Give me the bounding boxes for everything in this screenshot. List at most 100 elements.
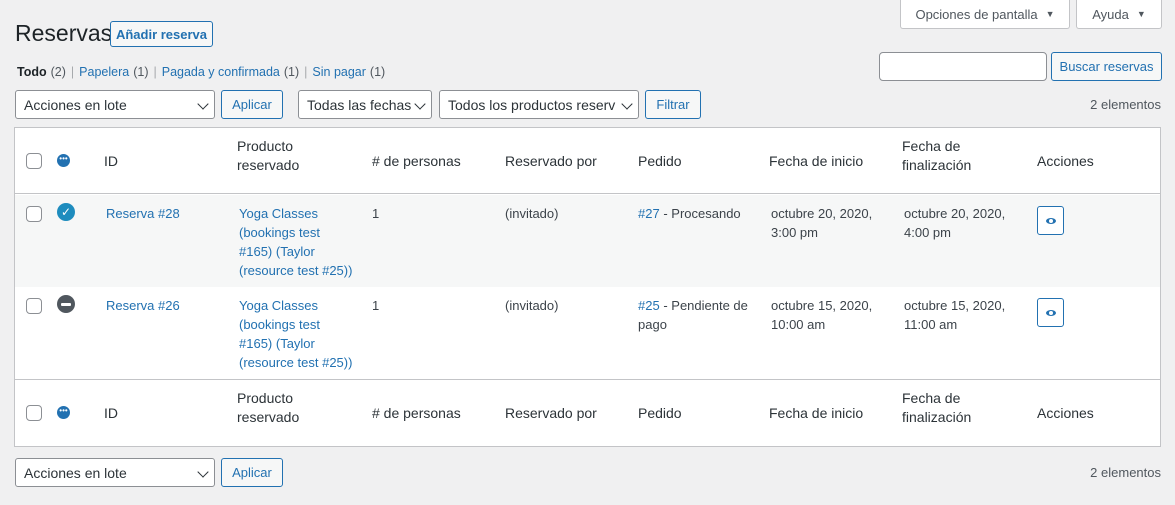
- column-start-date[interactable]: Fecha de inicio: [769, 152, 863, 171]
- separator: |: [304, 65, 308, 79]
- product-line: (resource test #25)): [239, 355, 353, 370]
- bookings-table: ••• ID Producto reservado # de personas …: [14, 127, 1161, 447]
- booking-id-link[interactable]: Reserva #28: [106, 204, 180, 223]
- column-id[interactable]: ID: [104, 152, 118, 171]
- column-product-line: reservado: [237, 157, 300, 173]
- end-date-line: 4:00 pm: [904, 225, 951, 240]
- separator: |: [70, 65, 75, 79]
- row-checkbox[interactable]: [26, 206, 42, 222]
- search-input[interactable]: [879, 52, 1047, 81]
- status-column-icon: •••: [57, 154, 70, 167]
- column-id[interactable]: ID: [104, 404, 118, 423]
- start-date-line: 3:00 pm: [771, 225, 818, 240]
- status-views: Todo (2) | Papelera (1) | Pagada y confi…: [17, 65, 385, 79]
- product-line: (resource test #25)): [239, 263, 353, 278]
- order-status: pago: [638, 317, 667, 332]
- products-filter-value: Todos los productos reserv: [448, 96, 616, 113]
- start-date-line: 10:00 am: [771, 317, 826, 332]
- caret-down-icon: ▼: [1136, 9, 1146, 19]
- chevron-down-icon: [414, 98, 426, 110]
- column-booked-by: Reservado por: [505, 153, 597, 169]
- start-date-value: octubre 15, 2020, 10:00 am: [771, 296, 872, 334]
- bulk-actions-value: Acciones en lote: [24, 96, 127, 113]
- product-line: Yoga Classes: [239, 206, 319, 221]
- confirmed-status-icon: ✓: [57, 203, 75, 221]
- dates-filter-select[interactable]: Todas las fechas: [298, 90, 432, 119]
- column-start-date[interactable]: Fecha de inicio: [769, 404, 863, 423]
- view-unpaid-count: (1): [369, 65, 386, 79]
- order-cell: #27 - Procesando: [638, 204, 741, 223]
- column-end-date-line: finalización: [902, 409, 972, 425]
- items-count-bottom: 2 elementos: [1090, 465, 1161, 480]
- bulk-actions-value: Acciones en lote: [24, 464, 127, 481]
- booking-id-link[interactable]: Reserva #26: [106, 296, 180, 315]
- bulk-actions-select[interactable]: Acciones en lote: [15, 90, 215, 119]
- chevron-down-icon: [197, 466, 209, 478]
- product-line: Yoga Classes: [239, 298, 319, 313]
- column-order: Pedido: [638, 153, 682, 169]
- view-trash[interactable]: Papelera: [79, 65, 129, 79]
- start-date-value: octubre 20, 2020, 3:00 pm: [771, 204, 872, 242]
- caret-down-icon: ▼: [1045, 9, 1055, 19]
- table-header: ••• ID Producto reservado # de personas …: [15, 128, 1160, 194]
- order-link[interactable]: #25: [638, 298, 660, 313]
- view-unpaid[interactable]: Sin pagar: [312, 65, 366, 79]
- products-filter-select[interactable]: Todos los productos reserv: [439, 90, 639, 119]
- apply-button-bottom[interactable]: Aplicar: [221, 458, 283, 487]
- bulk-actions-select-bottom[interactable]: Acciones en lote: [15, 458, 215, 487]
- row-checkbox[interactable]: [26, 298, 42, 314]
- order-status: - Pendiente de: [663, 298, 748, 313]
- chevron-down-icon: [621, 98, 633, 110]
- view-all-count: (2): [50, 65, 66, 79]
- filter-button[interactable]: Filtrar: [645, 90, 701, 119]
- end-date-line: octubre 20, 2020,: [904, 206, 1006, 221]
- screen-options-label: Opciones de pantalla: [915, 6, 1038, 22]
- column-end-date[interactable]: Fecha de finalización: [902, 389, 971, 427]
- product-link[interactable]: Yoga Classes (bookings test #165) (Taylo…: [239, 296, 352, 372]
- column-product[interactable]: Producto reservado: [237, 137, 299, 175]
- dates-filter-value: Todas las fechas: [307, 96, 412, 113]
- column-end-date-line: Fecha de: [902, 138, 961, 154]
- column-product[interactable]: Producto reservado: [237, 389, 299, 427]
- select-all-checkbox[interactable]: [26, 405, 42, 421]
- column-booked-by: Reservado por: [505, 405, 597, 421]
- order-status: - Procesando: [663, 206, 741, 221]
- column-product-line: reservado: [237, 409, 300, 425]
- table-row: Reserva #26 Yoga Classes (bookings test …: [15, 287, 1160, 379]
- help-tab[interactable]: Ayuda ▼: [1076, 0, 1162, 29]
- view-booking-button[interactable]: [1037, 206, 1064, 235]
- eye-icon: [1045, 309, 1056, 316]
- column-end-date[interactable]: Fecha de finalización: [902, 137, 971, 175]
- end-date-line: 11:00 am: [904, 317, 958, 332]
- product-line: (bookings test: [239, 317, 320, 332]
- product-link[interactable]: Yoga Classes (bookings test #165) (Taylo…: [239, 204, 352, 280]
- table-row: ✓ Reserva #28 Yoga Classes (bookings tes…: [15, 195, 1160, 287]
- select-all-checkbox[interactable]: [26, 153, 42, 169]
- booked-by-value: (invitado): [505, 206, 559, 221]
- column-product-line: Producto: [237, 138, 294, 154]
- start-date-line: octubre 20, 2020,: [771, 206, 873, 221]
- page-title: Reservas: [15, 20, 113, 46]
- end-date-value: octubre 20, 2020, 4:00 pm: [904, 204, 1005, 242]
- order-link[interactable]: #27: [638, 206, 660, 221]
- items-count: 2 elementos: [1090, 97, 1161, 112]
- help-label: Ayuda: [1092, 6, 1129, 22]
- search-bookings-button[interactable]: Buscar reservas: [1051, 52, 1162, 81]
- product-line: (bookings test: [239, 225, 320, 240]
- chevron-down-icon: [197, 98, 209, 110]
- booked-by-value: (invitado): [505, 298, 559, 313]
- view-booking-button[interactable]: [1037, 298, 1064, 327]
- column-end-date-line: finalización: [902, 157, 972, 173]
- view-paid-confirmed[interactable]: Pagada y confirmada: [162, 65, 280, 79]
- view-all[interactable]: Todo: [17, 65, 47, 79]
- unpaid-status-icon: [57, 295, 75, 313]
- end-date-value: octubre 15, 2020, 11:00 am: [904, 296, 1005, 334]
- persons-value: 1: [372, 206, 380, 221]
- column-product-line: Producto: [237, 390, 294, 406]
- apply-button[interactable]: Aplicar: [221, 90, 283, 119]
- view-paid-confirmed-count: (1): [283, 65, 300, 79]
- add-booking-button[interactable]: Añadir reserva: [110, 21, 213, 47]
- persons-value: 1: [372, 298, 380, 313]
- eye-icon: [1045, 217, 1056, 224]
- screen-options-tab[interactable]: Opciones de pantalla ▼: [900, 0, 1070, 29]
